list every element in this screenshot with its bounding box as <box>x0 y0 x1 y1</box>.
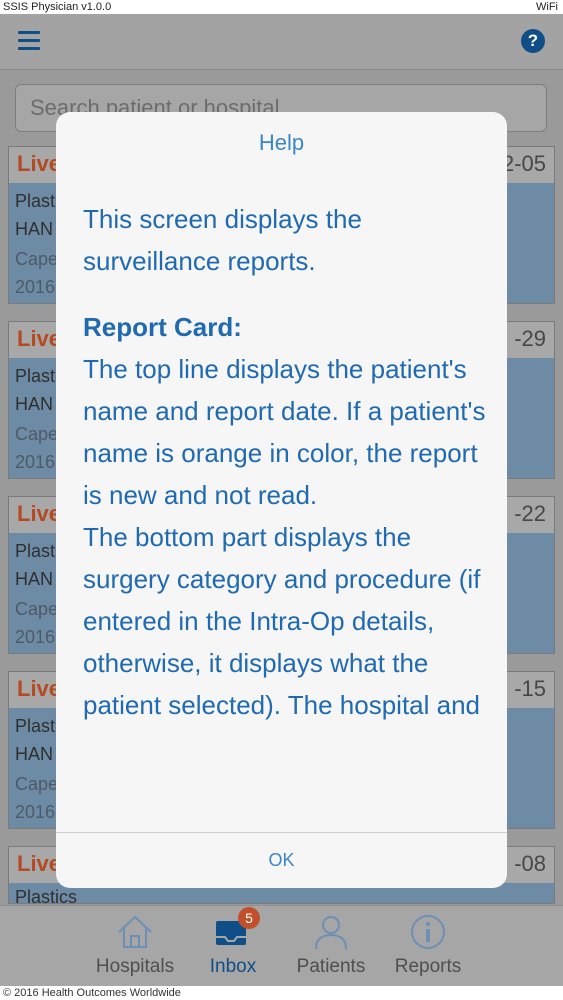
surgery-category: Plast <box>15 541 56 561</box>
network-status: WiFi <box>536 1 558 13</box>
section-heading: Report Card: <box>83 312 242 342</box>
report-date: -08 <box>514 851 546 876</box>
dialog-title: Help <box>258 130 305 155</box>
menu-icon[interactable] <box>18 31 40 51</box>
surgery-category: Plastics <box>15 887 78 904</box>
hospital-name: Cape <box>15 424 59 444</box>
hospital-name: Cape <box>15 774 59 794</box>
nav-bar: ? <box>0 14 563 70</box>
patient-name: Live <box>17 151 62 176</box>
tab-hospitals[interactable]: Hospitals <box>80 906 190 987</box>
tab-label: Hospitals <box>95 956 175 977</box>
hospital-name: Cape <box>15 599 59 619</box>
procedure: HAN <box>15 744 54 764</box>
report-year: 2016 <box>15 452 56 472</box>
tab-label: Reports <box>394 956 462 977</box>
report-date: 2-05 <box>501 151 546 176</box>
procedure: HAN <box>15 394 54 414</box>
inbox-badge: 5 <box>238 907 260 929</box>
report-date: -15 <box>514 676 546 701</box>
help-paragraph: The bottom part displays the surgery cat… <box>83 522 481 720</box>
dialog-body[interactable]: This screen displays the surveillance re… <box>83 198 493 790</box>
app-name: SSIS Physician v1.0.0 <box>3 1 112 13</box>
hospital-name: Cape <box>15 249 59 269</box>
tab-bar: Hospitals 5 Inbox Patients Reports <box>0 905 563 987</box>
help-paragraph: The top line displays the patient's name… <box>83 354 486 510</box>
report-date: -29 <box>514 326 546 351</box>
patient-name: Live <box>17 326 62 351</box>
report-year: 2016 <box>15 277 56 297</box>
report-year: 2016 <box>15 802 56 822</box>
tab-inbox[interactable]: 5 Inbox <box>178 906 288 987</box>
info-icon <box>411 915 445 949</box>
help-icon[interactable]: ? <box>521 29 545 53</box>
patient-name: Live <box>17 851 62 876</box>
procedure: HAN <box>15 569 54 589</box>
tab-label: Patients <box>296 956 366 977</box>
tab-patients[interactable]: Patients <box>276 906 386 987</box>
procedure: HAN <box>15 219 54 239</box>
help-dialog: Help This screen displays the surveillan… <box>56 112 507 888</box>
tab-label: Inbox <box>209 956 257 977</box>
report-date: -22 <box>514 501 546 526</box>
status-bar: SSIS Physician v1.0.0 WiFi <box>0 0 563 14</box>
patient-name: Live <box>17 676 62 701</box>
surgery-category: Plast <box>15 716 56 736</box>
home-icon <box>118 915 152 948</box>
surgery-category: Plast <box>15 366 56 386</box>
person-icon <box>315 916 347 950</box>
help-intro: This screen displays the surveillance re… <box>83 204 362 276</box>
report-year: 2016 <box>15 627 56 647</box>
surgery-category: Plast <box>15 191 56 211</box>
patient-name: Live <box>17 501 62 526</box>
copyright-footer: © 2016 Health Outcomes Worldwide <box>0 986 563 1000</box>
ok-button[interactable]: OK <box>56 833 507 888</box>
tab-reports[interactable]: Reports <box>373 906 483 987</box>
